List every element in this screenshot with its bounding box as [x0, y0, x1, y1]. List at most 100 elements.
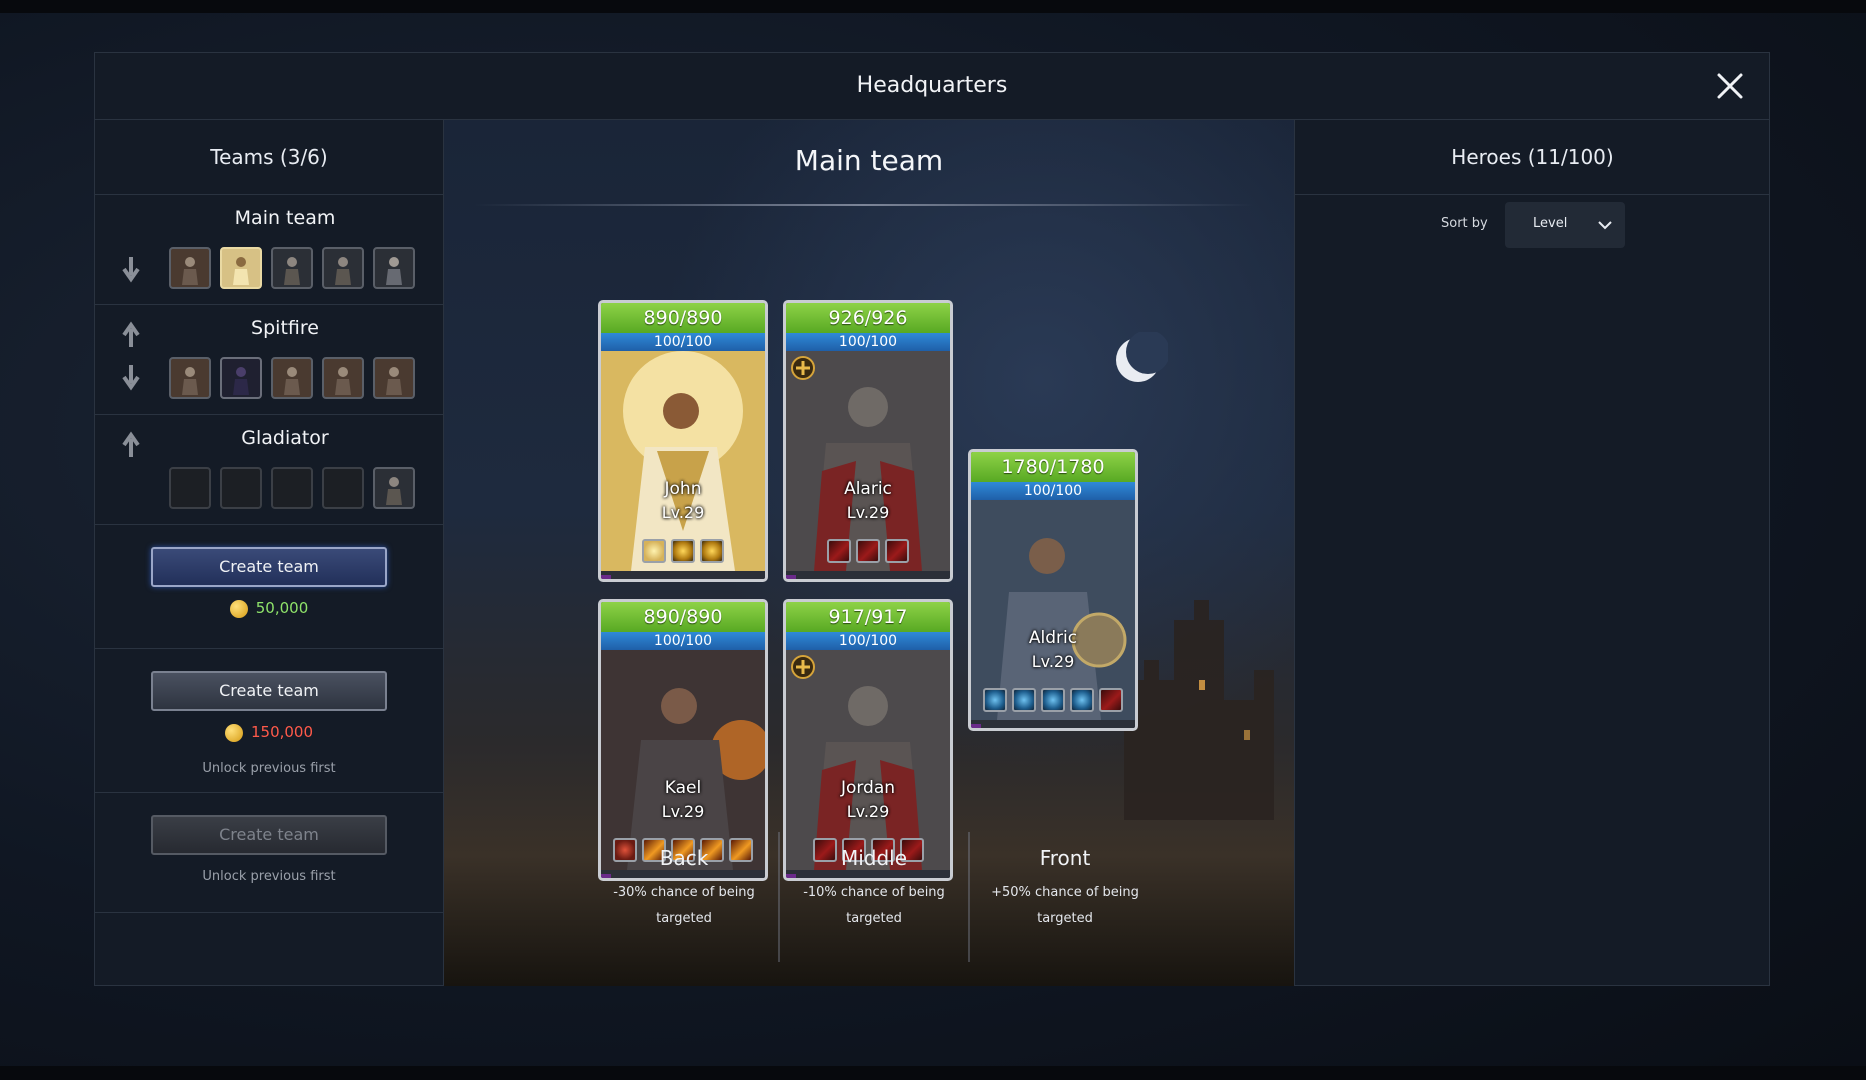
position-middle: Middle -10% chance of being targeted: [780, 832, 970, 962]
skill-icon[interactable]: [1099, 688, 1123, 712]
arrow-up-icon[interactable]: [121, 431, 141, 459]
hero-slot[interactable]: [373, 467, 415, 509]
hero-rarity-bar: [971, 724, 1135, 728]
hero-card-john[interactable]: 890/890 100/100 John Lv.29: [598, 300, 768, 582]
teams-panel: Teams (3/6) Main team Spitfire Gladiator…: [95, 120, 444, 986]
arrow-down-icon[interactable]: [121, 255, 141, 283]
hero-mp: 100/100: [601, 632, 765, 650]
hero-skills: [971, 688, 1135, 712]
team-slots: [169, 357, 415, 399]
hero-name: John: [664, 479, 702, 499]
hero-hp: 1780/1780: [971, 452, 1135, 482]
skill-icon[interactable]: [856, 539, 880, 563]
hero-portrait: [601, 351, 765, 571]
close-icon[interactable]: [1713, 69, 1747, 103]
create-team-slot-3: Create team Unlock previous first: [95, 793, 443, 913]
coin-icon: [229, 599, 248, 618]
hero-slot[interactable]: [271, 247, 313, 289]
empty-slot[interactable]: [169, 467, 211, 509]
top-bar: [0, 0, 1866, 13]
create-team-price: 50,000: [95, 599, 443, 618]
skill-icon[interactable]: [1041, 688, 1065, 712]
position-desc: -30% chance of being targeted: [613, 885, 755, 926]
position-name: Front: [1039, 846, 1091, 870]
hero-rarity-bar: [786, 575, 950, 579]
hero-rarity-bar: [601, 575, 765, 579]
empty-slot[interactable]: [322, 467, 364, 509]
skill-icon[interactable]: [827, 539, 851, 563]
hero-mp: 100/100: [971, 482, 1135, 500]
hero-card-alaric[interactable]: 926/926 100/100 Alaric Lv.29: [783, 300, 953, 582]
hero-skills: [786, 539, 950, 563]
hero-portrait: [971, 500, 1135, 720]
position-desc: -10% chance of being targeted: [803, 885, 945, 926]
team-spitfire[interactable]: Spitfire: [95, 305, 443, 415]
arrow-down-icon[interactable]: [121, 363, 141, 391]
hero-slot[interactable]: [373, 247, 415, 289]
coin-icon: [224, 723, 243, 742]
hero-name: Kael: [664, 778, 702, 798]
hero-slot[interactable]: [220, 357, 262, 399]
team-gladiator[interactable]: Gladiator: [95, 415, 443, 525]
create-team-button[interactable]: Create team: [151, 671, 387, 711]
position-name: Middle: [840, 846, 908, 870]
position-desc: +50% chance of being targeted: [991, 885, 1139, 926]
skill-icon[interactable]: [642, 539, 666, 563]
team-slots: [169, 247, 415, 289]
hero-mp: 100/100: [786, 632, 950, 650]
hero-level: Lv.29: [661, 802, 705, 821]
hero-name: Jordan: [840, 778, 896, 798]
hero-mp: 100/100: [786, 333, 950, 351]
team-main[interactable]: Main team: [95, 195, 443, 305]
hero-slot[interactable]: [373, 357, 415, 399]
hero-hp: 917/917: [786, 602, 950, 632]
hero-hp: 926/926: [786, 303, 950, 333]
arrow-up-icon[interactable]: [121, 321, 141, 349]
modal-title: Headquarters: [856, 73, 1008, 98]
unlock-note: Unlock previous first: [202, 761, 336, 776]
team-formation-area: Main team 890/890 100/100 John Lv.29 926…: [444, 120, 1295, 986]
headquarters-modal: Headquarters Teams (3/6) Main team Spitf…: [94, 52, 1770, 986]
hero-name: Aldric: [1028, 628, 1078, 648]
hero-level: Lv.29: [661, 503, 705, 522]
hero-skills: [601, 539, 765, 563]
holy-cross-badge-icon: [791, 655, 815, 679]
hero-hp: 890/890: [601, 602, 765, 632]
create-team-button[interactable]: Create team: [151, 547, 387, 587]
skill-icon[interactable]: [1070, 688, 1094, 712]
position-front: Front +50% chance of being targeted: [970, 832, 1160, 962]
chevron-down-icon: [1598, 221, 1612, 230]
hero-level: Lv.29: [846, 503, 890, 522]
unlock-note: Unlock previous first: [202, 869, 336, 884]
skill-icon[interactable]: [671, 539, 695, 563]
skill-icon[interactable]: [700, 539, 724, 563]
hero-level: Lv.29: [846, 802, 890, 821]
create-team-button[interactable]: Create team: [151, 815, 387, 855]
skill-icon[interactable]: [1012, 688, 1036, 712]
team-name: Main team: [234, 207, 336, 229]
empty-slot[interactable]: [220, 467, 262, 509]
team-name: Gladiator: [241, 427, 329, 449]
hero-mp: 100/100: [601, 333, 765, 351]
hero-slot[interactable]: [220, 247, 262, 289]
create-team-slot-2: Create team 150,000 Unlock previous firs…: [95, 649, 443, 793]
skill-icon[interactable]: [885, 539, 909, 563]
hero-slot[interactable]: [271, 357, 313, 399]
hero-slot[interactable]: [322, 357, 364, 399]
moon-decoration: [1116, 332, 1168, 382]
hero-level: Lv.29: [1031, 652, 1075, 671]
teams-panel-title: Teams (3/6): [95, 120, 443, 195]
team-name: Spitfire: [251, 317, 319, 339]
position-name: Back: [659, 846, 709, 870]
create-team-price: 150,000: [95, 723, 443, 742]
hero-card-aldric[interactable]: 1780/1780 100/100 Aldric Lv.29: [968, 449, 1138, 731]
skill-icon[interactable]: [983, 688, 1007, 712]
heroes-panel-title: Heroes (11/100): [1295, 120, 1770, 195]
hero-slot[interactable]: [169, 247, 211, 289]
team-slots: [169, 467, 415, 509]
hero-slot[interactable]: [322, 247, 364, 289]
sort-select[interactable]: Level: [1505, 202, 1625, 248]
hero-portrait: [786, 351, 950, 571]
hero-slot[interactable]: [169, 357, 211, 399]
empty-slot[interactable]: [271, 467, 313, 509]
